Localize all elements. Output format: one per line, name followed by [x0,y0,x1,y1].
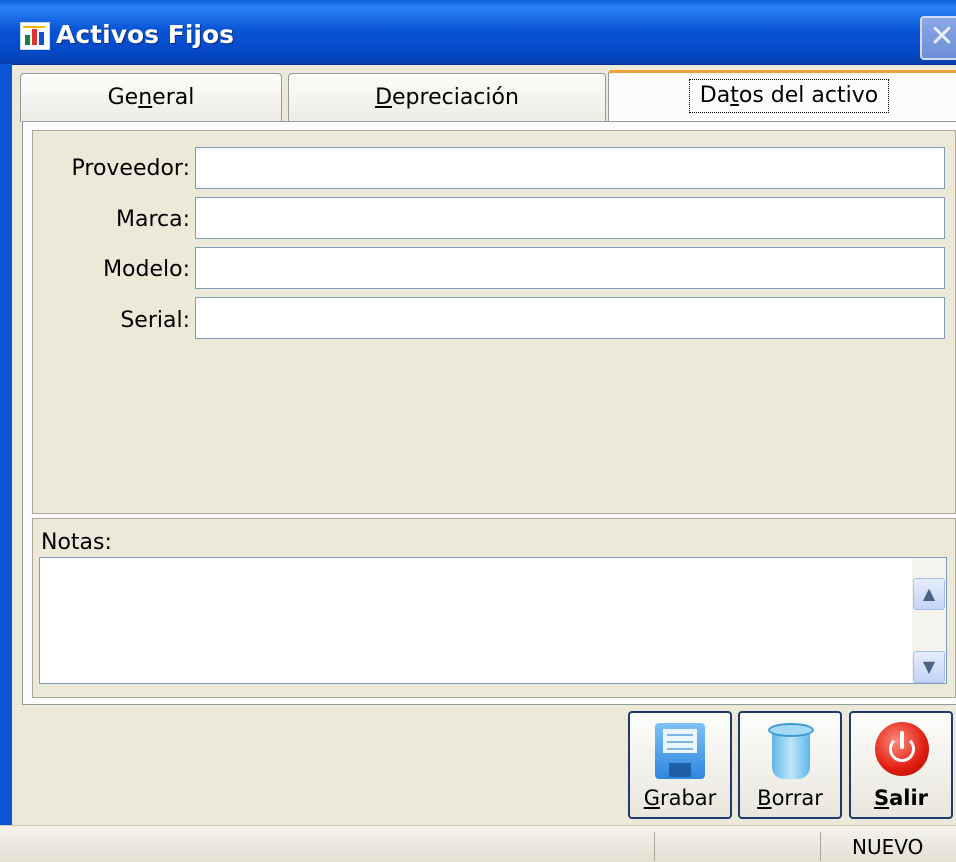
notes-textarea[interactable] [39,557,947,684]
status-mode: NUEVO [852,835,924,859]
salir-button[interactable]: Salir [849,711,953,819]
power-icon [875,722,929,776]
grabar-label: Grabar [643,786,717,810]
scroll-down-icon[interactable]: ▼ [913,651,945,683]
tab-general[interactable]: General [20,73,282,122]
marca-field[interactable] [195,197,945,239]
proveedor-label: Proveedor: [71,156,191,181]
status-bar [0,825,956,862]
salir-label: Salir [873,786,929,810]
floppy-disk-icon [655,723,705,779]
serial-field[interactable] [195,297,945,339]
title-bar: Activos Fijos ✕ [0,0,956,65]
scroll-up-icon[interactable]: ▲ [913,578,945,610]
modelo-label: Modelo: [103,257,190,282]
app-chart-icon [20,22,50,50]
status-separator [654,832,655,861]
window-frame-left [0,64,12,861]
tab-depreciacion[interactable]: Depreciación [288,73,606,122]
notes-label: Notas: [41,530,112,555]
close-button[interactable]: ✕ [920,16,956,60]
notes-scrollbar[interactable]: ▲ ▼ [912,558,946,683]
window-title: Activos Fijos [56,20,235,49]
serial-label: Serial: [120,308,190,333]
marca-label: Marca: [115,207,190,232]
borrar-label: Borrar [757,786,823,810]
tab-datos-del-activo[interactable]: Datos del activo [608,70,956,125]
borrar-button[interactable]: Borrar [738,711,842,819]
trash-bin-icon [768,723,814,781]
proveedor-field[interactable] [195,147,945,189]
modelo-field[interactable] [195,247,945,289]
grabar-button[interactable]: Grabar [628,711,732,819]
status-separator [820,832,821,861]
